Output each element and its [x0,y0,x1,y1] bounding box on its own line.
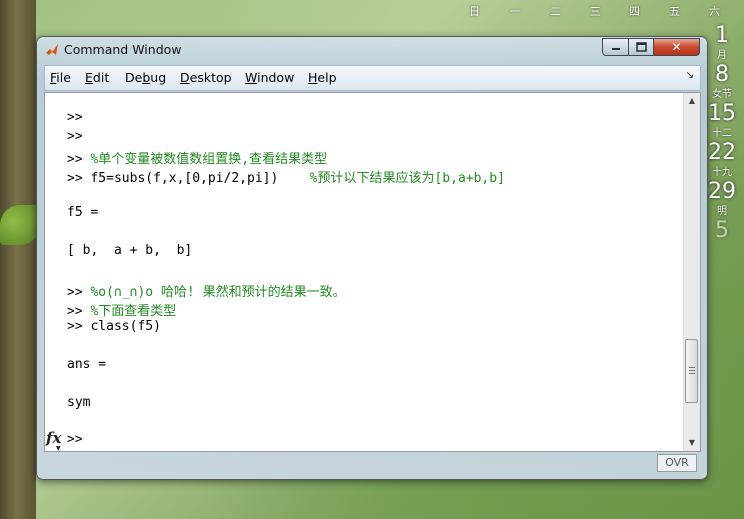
console-line: >> %o(∩_∩)o 哈哈! 果然和预计的结果一致。 [67,285,346,300]
desktop-leaf [0,205,40,245]
console-line: >> %单个变量被数值数组置换,查看结果类型 [67,152,328,167]
overwrite-indicator: OVR [657,454,697,472]
minimize-button[interactable] [602,38,629,56]
menu-help[interactable]: Help [308,70,337,85]
vertical-scrollbar[interactable]: ▲ ▼ [683,93,700,451]
menu-file[interactable]: File [50,70,71,85]
menu-desktop[interactable]: Desktop [180,70,232,85]
weekday-wed: 三 [590,5,601,18]
matlab-logo-icon [46,44,58,55]
command-output-area[interactable]: fx ▼ >> >> >> %单个变量被数值数组置换,查看结果类型 >> f5=… [44,92,701,452]
calendar-day: 22 [708,140,736,165]
weekday-fri: 五 [669,5,680,18]
console-line: >> %下面查看类型 [67,304,177,319]
weekday-sun: 日 [469,5,480,18]
menu-window[interactable]: Window [245,70,294,85]
console-line: >> [67,129,83,144]
maximize-icon [635,42,647,52]
minimize-icon [611,48,620,50]
calendar-day: 1 [715,23,729,48]
calendar-day: 29 [708,179,736,204]
calendar-day: 15 [708,101,736,126]
status-bar: OVR [44,453,701,473]
grip-line [689,367,695,368]
calendar-note: 十九 [712,167,732,178]
console-lines: >> >> >> %单个变量被数值数组置换,查看结果类型 >> f5=subs(… [67,93,687,451]
command-prompt[interactable]: >> [67,432,83,447]
calendar-saturday-column: 1 月 8 女节 15 十二 22 十九 29 明 5 [708,24,736,243]
calendar-note: 月 [717,50,727,61]
console-line: >> f5=subs(f,x,[0,pi/2,pi]) %预计以下结果应该为[b… [67,171,505,186]
weekday-thu: 四 [629,5,640,18]
menu-bar: File Edit Debug Desktop Window Help ↘ [44,65,701,91]
console-line: ans = [67,357,107,372]
fx-gutter: fx ▼ [45,93,63,452]
desktop-tree-trunk [0,0,36,519]
title-bar[interactable]: Command Window ✕ [37,37,707,64]
calendar-note: 十二 [712,128,732,139]
weekday-sat: 六 [709,5,720,18]
close-icon: ✕ [671,40,682,54]
menu-debug[interactable]: Debug [125,70,166,85]
console-line: >> [67,110,83,125]
grip-line [689,370,695,371]
calendar-note: 明 [717,206,727,217]
grip-line [689,373,695,374]
calendar-day: 5 [715,218,729,243]
close-button[interactable]: ✕ [653,38,700,56]
maximize-button[interactable] [628,38,654,56]
window-title: Command Window [64,42,182,57]
console-line: >> class(f5) [67,319,161,334]
calendar-weekday-row: 日 一 二 三 四 五 六 [458,3,744,18]
scroll-up-icon[interactable]: ▲ [684,93,700,109]
weekday-tue: 二 [550,5,561,18]
scrollbar-thumb[interactable] [685,339,698,403]
calendar-note: 女节 [712,89,732,100]
scroll-down-icon[interactable]: ▼ [684,435,700,451]
command-window: Command Window ✕ File Edit Debug Desktop… [36,36,708,480]
console-line: sym [67,395,91,410]
console-line: f5 = [67,205,99,220]
console-line: [ b, a + b, b] [67,243,193,258]
menu-edit[interactable]: Edit [85,70,109,85]
weekday-mon: 一 [510,5,521,18]
chevron-down-icon: ▼ [56,445,61,452]
undock-arrow-icon[interactable]: ↘ [686,70,694,81]
calendar-day: 8 [715,62,729,87]
